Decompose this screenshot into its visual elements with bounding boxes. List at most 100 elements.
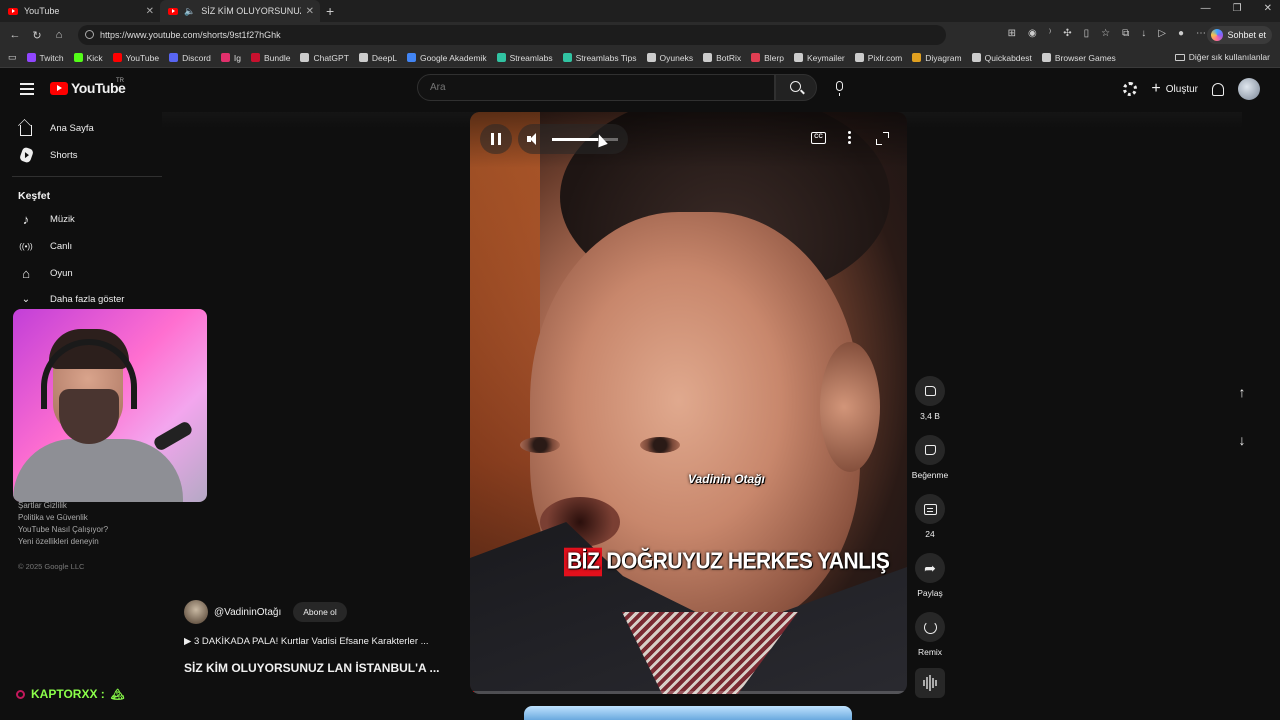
- dislike-button[interactable]: Beğenme: [905, 435, 955, 480]
- remix-button[interactable]: Remix: [905, 612, 955, 657]
- chevron-down-icon: ⌄: [21, 293, 31, 305]
- sidebar-item-shorts[interactable]: Shorts: [18, 146, 78, 164]
- sound-button[interactable]: [905, 668, 955, 698]
- gamepad-icon[interactable]: ◉: [1028, 28, 1037, 39]
- bookmark-item[interactable]: BotRix: [703, 53, 741, 63]
- hamburger-menu-icon[interactable]: [20, 83, 34, 98]
- comments-button[interactable]: 24: [905, 494, 955, 539]
- bookmark-item[interactable]: Streamlabs Tips: [562, 53, 637, 63]
- footer-link-new-features[interactable]: Yeni özellikleri deneyin: [18, 536, 108, 548]
- more-options-icon[interactable]: [848, 131, 851, 146]
- reload-icon[interactable]: ↻: [26, 29, 48, 42]
- extension-icon[interactable]: ⊞: [1008, 28, 1016, 39]
- captions-button[interactable]: CC: [811, 132, 826, 144]
- bookmark-item[interactable]: Blerp: [751, 53, 784, 63]
- bookmark-item[interactable]: Streamlabs: [496, 53, 553, 63]
- profile-icon[interactable]: ●: [1178, 28, 1184, 39]
- close-window-icon[interactable]: ✕: [1264, 3, 1272, 14]
- footer-link-how-youtube-works[interactable]: YouTube Nasıl Çalışıyor?: [18, 524, 108, 536]
- create-button[interactable]: + Oluştur: [1151, 81, 1198, 97]
- channel-avatar[interactable]: [184, 600, 208, 624]
- extensions-icon[interactable]: ✣: [1063, 28, 1071, 39]
- other-bookmarks-folder[interactable]: Diğer sık kullanılanlar: [1174, 52, 1270, 62]
- sidebar-item-gaming[interactable]: ⌂ Oyun: [18, 265, 73, 281]
- short-title[interactable]: SİZ KİM OLUYORSUNUZ LAN İSTANBUL'A ...: [184, 661, 440, 675]
- bookmark-item[interactable]: Google Akademik: [406, 53, 487, 63]
- video-progress-bar[interactable]: [470, 691, 907, 694]
- back-icon[interactable]: ←: [4, 29, 26, 41]
- sidebar-item-live[interactable]: ((•)) Canlı: [18, 238, 72, 254]
- bookmark-item[interactable]: Ig: [220, 53, 241, 63]
- bookmark-label: Discord: [182, 52, 211, 63]
- like-button[interactable]: 3,4 B: [905, 376, 955, 421]
- volume-slider[interactable]: [552, 138, 618, 141]
- bookmark-item[interactable]: Keymailer: [793, 53, 845, 63]
- bookmark-label: Twitch: [39, 52, 64, 63]
- shorts-icon: [18, 146, 34, 164]
- sidebar-item-music[interactable]: ♪ Müzik: [18, 211, 75, 227]
- next-short-button[interactable]: ↓: [1228, 426, 1256, 454]
- close-tab-icon[interactable]: ✕: [146, 6, 154, 17]
- url-field[interactable]: https://www.youtube.com/shorts/9st1f27hG…: [78, 25, 946, 45]
- bookmark-item[interactable]: DeepL: [358, 53, 397, 63]
- microphone-icon[interactable]: [836, 81, 843, 96]
- bookmark-item[interactable]: Browser Games: [1041, 53, 1116, 63]
- read-aloud-icon[interactable]: ⁾: [1049, 28, 1051, 39]
- video-eye-right: [640, 437, 680, 453]
- new-tab-button[interactable]: +: [326, 3, 334, 19]
- search-button[interactable]: [775, 74, 817, 101]
- playlist-link[interactable]: ▶ 3 DAKİKADA PALA! Kurtlar Vadisi Efsane…: [184, 636, 429, 647]
- home-browser-icon[interactable]: ⌂: [48, 29, 70, 41]
- split-screen-icon[interactable]: ▯: [1084, 28, 1090, 39]
- share-button[interactable]: ➦ Paylaş: [905, 553, 955, 598]
- sidebar-item-home[interactable]: Ana Sayfa: [18, 120, 94, 136]
- youtube-logo[interactable]: YouTube: [50, 80, 126, 96]
- sidebar-item-label: Shorts: [50, 149, 78, 161]
- browser-tab-youtube[interactable]: YouTube ✕: [0, 0, 160, 22]
- copilot-button[interactable]: Sohbet et: [1207, 26, 1272, 44]
- bookmark-item[interactable]: YouTube: [112, 53, 159, 63]
- tab-title: SİZ KİM OLUYORSUNUZ LAN: [201, 6, 302, 16]
- previous-short-button[interactable]: ↑: [1228, 378, 1256, 406]
- download-icon[interactable]: ↓: [1141, 28, 1146, 39]
- favorites-icon[interactable]: ☆: [1101, 28, 1110, 39]
- bookmark-item[interactable]: Oyuneks: [646, 53, 693, 63]
- bookmark-item[interactable]: Pixlr.com: [854, 53, 902, 63]
- copyright: © 2025 Google LLC: [18, 562, 85, 571]
- other-bookmarks-label: Diğer sık kullanılanlar: [1188, 52, 1270, 62]
- studio-gear-icon[interactable]: [1123, 82, 1138, 96]
- bookmark-favicon-icon: [358, 53, 368, 62]
- show-more-button[interactable]: ⌄ Daha fazla göster: [18, 291, 125, 307]
- bookmark-item[interactable]: Bundle: [250, 53, 290, 63]
- bookmark-item[interactable]: ChatGPT: [300, 53, 349, 63]
- fullscreen-icon[interactable]: [876, 132, 889, 145]
- subscribe-button[interactable]: Abone ol: [293, 602, 347, 622]
- volume-icon[interactable]: [527, 132, 541, 146]
- bookmark-item[interactable]: Quickabdest: [971, 53, 1032, 63]
- notifications-bell-icon[interactable]: [1212, 82, 1224, 96]
- search-input[interactable]: [417, 74, 775, 101]
- speaker-icon[interactable]: 🔈: [184, 6, 195, 17]
- site-info-icon[interactable]: [85, 30, 94, 39]
- bookmark-item[interactable]: Kick: [73, 53, 103, 63]
- footer-link-policy[interactable]: Politika ve Güvenlik: [18, 512, 108, 524]
- channel-name[interactable]: @VadininOtağı: [214, 607, 281, 618]
- explore-title: Keşfet: [18, 190, 51, 202]
- bookmarks-folder-icon[interactable]: ▭: [8, 52, 17, 63]
- live-icon: ((•)): [19, 241, 33, 251]
- maximize-icon[interactable]: ❐: [1233, 3, 1242, 14]
- minimize-icon[interactable]: —: [1201, 3, 1211, 14]
- share-browser-icon[interactable]: ▷: [1158, 28, 1166, 39]
- bookmark-item[interactable]: Discord: [169, 53, 211, 63]
- subtitle-highlight-word: BİZ: [564, 547, 603, 577]
- account-avatar[interactable]: [1238, 78, 1260, 100]
- bookmark-favicon-icon: [854, 53, 864, 62]
- bookmark-item[interactable]: Diyagram: [912, 53, 962, 63]
- menu-icon[interactable]: ⋯: [1196, 28, 1206, 39]
- collections-icon[interactable]: ⧉: [1122, 28, 1129, 39]
- next-short-preview[interactable]: [524, 706, 852, 720]
- browser-tab-short[interactable]: 🔈 SİZ KİM OLUYORSUNUZ LAN ✕: [160, 0, 320, 22]
- bookmark-item[interactable]: Twitch: [26, 52, 64, 63]
- shorts-video-player[interactable]: CC Vadinin Otağı BİZ DOĞRUYUZ HERKES YAN…: [470, 112, 907, 694]
- close-tab-icon[interactable]: ✕: [306, 6, 314, 17]
